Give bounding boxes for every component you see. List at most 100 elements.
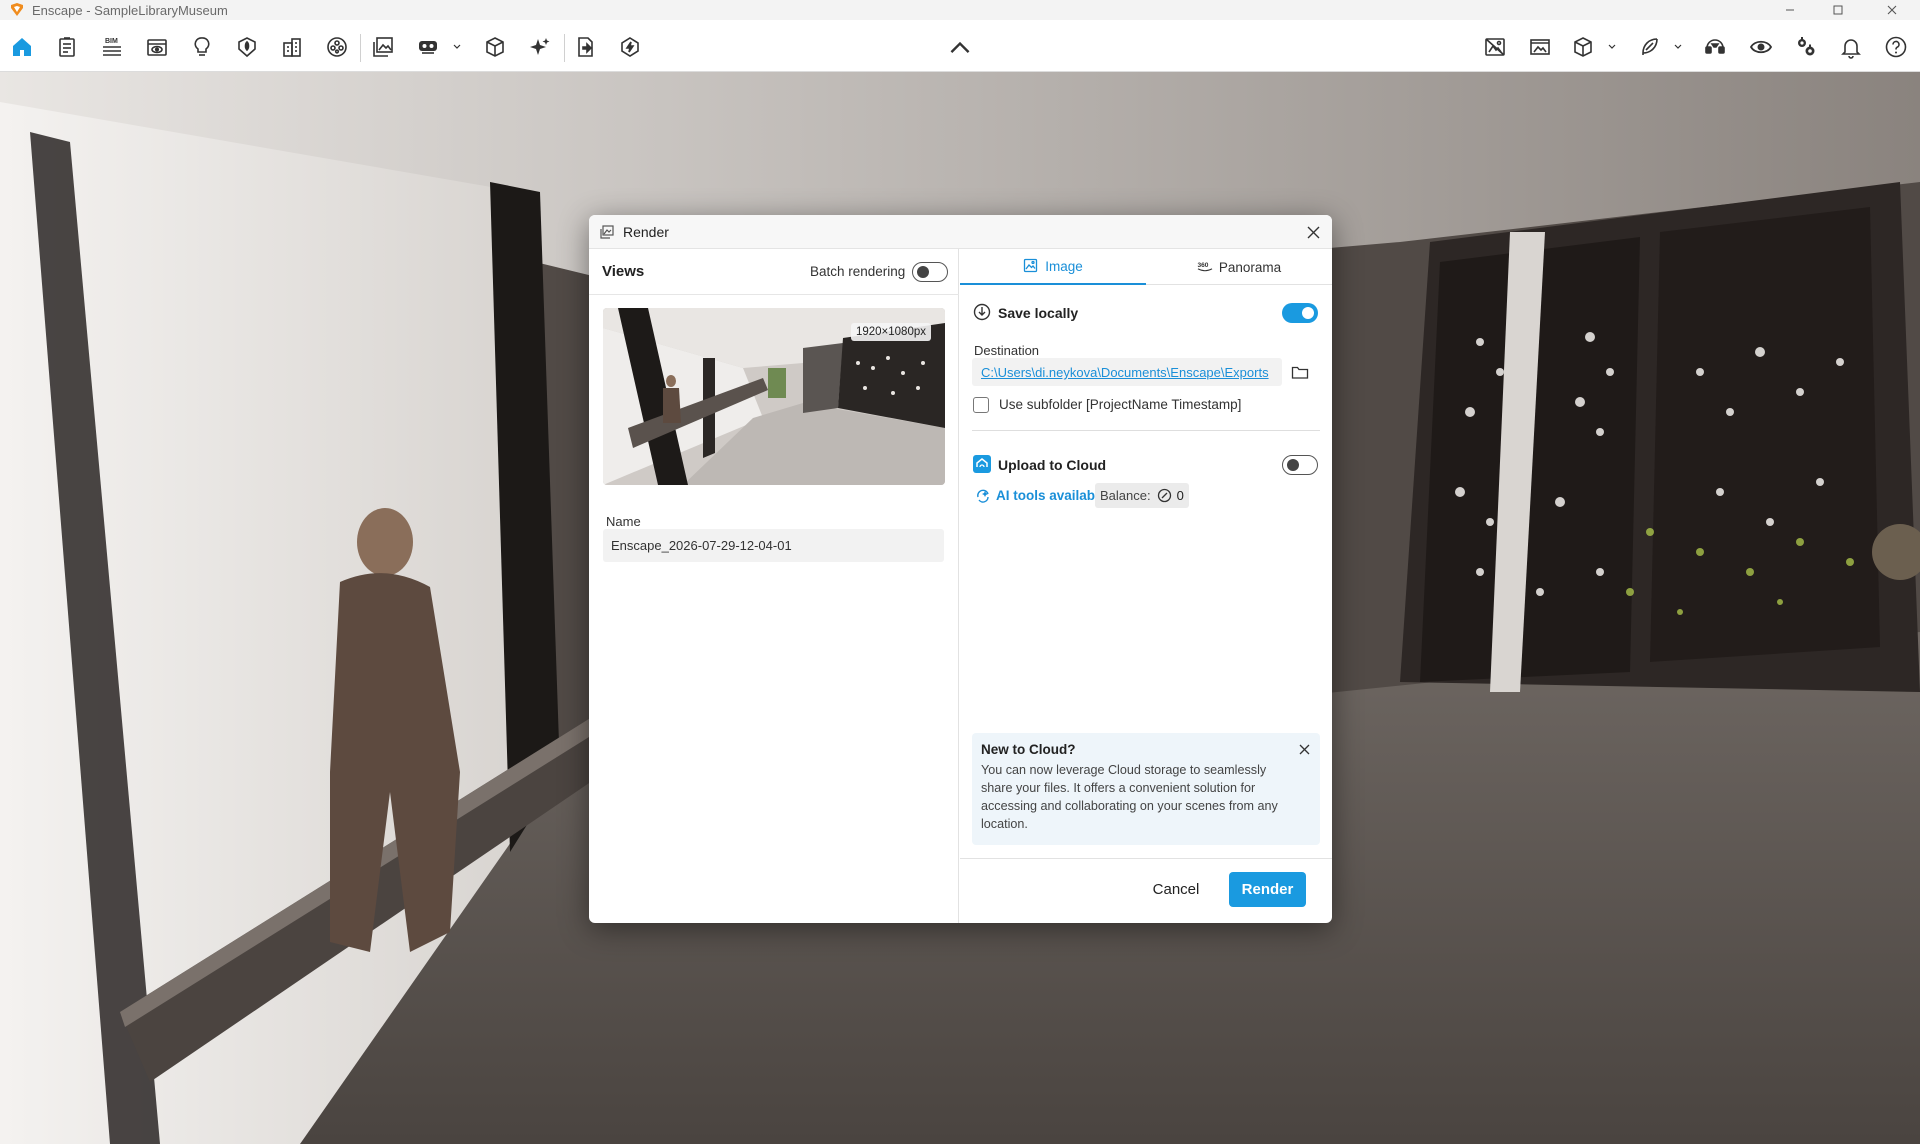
browse-folder-button[interactable] [1289,362,1311,382]
image-icon [373,37,393,57]
resolution-badge: 1920×1080px [850,323,931,341]
capture-button[interactable] [1480,32,1510,62]
collapse-toolbar-button[interactable] [945,32,975,62]
home-icon [13,38,31,56]
destination-label: Destination [974,343,1040,358]
chevron-down-icon [1608,44,1616,49]
destination-field[interactable]: C:\Users\di.neykova\Documents\Enscape\Ex… [972,358,1282,386]
output-tabs: Image 360 Panorama [960,249,1332,285]
save-locally-title: Save locally [998,305,1079,321]
main-toolbar: BIM [0,20,1920,72]
use-subfolder-checkbox[interactable] [973,397,989,413]
dialog-close-button[interactable] [1302,221,1324,243]
settings-button[interactable] [1791,32,1821,62]
dialog-header: Render [589,215,1332,249]
material-button[interactable] [322,32,352,62]
dialog-title: Render [623,223,669,240]
destination-path-link[interactable]: C:\Users\di.neykova\Documents\Enscape\Ex… [981,365,1269,380]
asset-library-icon [238,37,256,58]
screenshot-icon [1530,39,1550,55]
bim-icon: BIM [103,38,121,56]
views-icon [147,39,167,56]
svg-text:BIM: BIM [105,38,118,45]
chevron-down-icon [453,44,461,49]
toggle-knob [1287,458,1299,471]
use-subfolder-label: Use subfolder [ProjectName Timestamp] [999,397,1242,412]
batch-rendering-toggle[interactable] [912,262,948,282]
close-window-icon [1887,5,1897,15]
cube-view-button[interactable] [1568,32,1598,62]
close-icon [1299,744,1309,754]
enscape-logo-icon [11,3,23,16]
tab-image-label: Image [1045,258,1083,274]
cube-button[interactable] [480,32,510,62]
material-icon [327,37,347,57]
view-thumbnail[interactable]: 1920×1080px [603,308,945,485]
cube-icon [486,37,504,57]
chevron-up-icon [950,41,970,53]
building-button[interactable] [277,32,307,62]
cube-view-icon [1574,37,1592,57]
vr-dropdown[interactable] [451,40,463,54]
feather-icon [1642,38,1658,55]
cancel-button[interactable]: Cancel [1144,872,1208,906]
coin-icon [1157,488,1171,503]
title-bar: Enscape - SampleLibraryMuseum [0,0,1920,20]
image-button[interactable] [368,32,398,62]
cube-view-dropdown[interactable] [1606,40,1618,54]
save-locally-toggle[interactable] [1282,303,1318,323]
notifications-button[interactable] [1836,32,1866,62]
views-title: Views [602,263,645,280]
cloud-info-close-button[interactable] [1296,741,1312,757]
vr-button[interactable] [413,32,443,62]
svg-text:360: 360 [1197,262,1208,269]
window-title: Enscape - SampleLibraryMuseum [32,2,228,18]
help-button[interactable] [1881,32,1911,62]
vr-icon [419,41,437,54]
section-divider [972,430,1320,431]
settings-icon [1798,37,1815,56]
bim-button[interactable]: BIM [97,32,127,62]
cloud-info-panel: New to Cloud? You can now leverage Cloud… [972,733,1320,845]
visibility-button[interactable] [1746,32,1776,62]
close-icon [1307,226,1319,238]
output-pane: Image 360 Panorama Save locally Destinat… [960,249,1332,923]
eye-icon [1749,40,1773,54]
tab-image[interactable]: Image [960,249,1146,285]
ai-tools-label: AI tools available [996,487,1107,503]
maximize-button[interactable] [1816,0,1860,20]
sketch-button[interactable] [1634,32,1664,62]
upload-cloud-toggle[interactable] [1282,455,1318,475]
views-header: Views Batch rendering [589,249,959,295]
render-button[interactable]: Render [1229,872,1306,907]
export-icon [578,37,593,57]
render-dialog: Render Views Batch rendering 1920×1080px… [589,215,1332,923]
headset-button[interactable] [1700,32,1730,62]
minimize-icon [1786,9,1794,11]
views-button[interactable] [142,32,172,62]
asset-library-button[interactable] [232,32,262,62]
views-pane: Views Batch rendering 1920×1080px Name E… [589,249,959,923]
name-label: Name [606,514,641,529]
minimize-button[interactable] [1768,0,1812,20]
close-window-button[interactable] [1870,0,1914,20]
live-update-button[interactable] [615,32,645,62]
balance-value: 0 [1176,488,1184,503]
panorama-360-icon: 360 [1197,259,1213,275]
tab-panorama[interactable]: 360 Panorama [1146,249,1332,285]
export-button[interactable] [570,32,600,62]
screenshot-button[interactable] [1525,32,1555,62]
bell-icon [1841,39,1861,59]
sketch-dropdown[interactable] [1672,40,1684,54]
sparkle-icon [530,38,550,55]
ai-enhance-button[interactable] [525,32,555,62]
tab-panorama-label: Panorama [1218,259,1282,275]
view-name-input[interactable] [603,529,944,562]
toggle-knob [1302,307,1314,319]
home-button[interactable] [7,32,37,62]
documents-button[interactable] [52,32,82,62]
lighting-button[interactable] [187,32,217,62]
chevron-down-icon [1674,44,1682,49]
ai-tools-link[interactable]: AI tools available [975,483,1106,507]
batch-rendering-label: Batch rendering [810,264,906,279]
